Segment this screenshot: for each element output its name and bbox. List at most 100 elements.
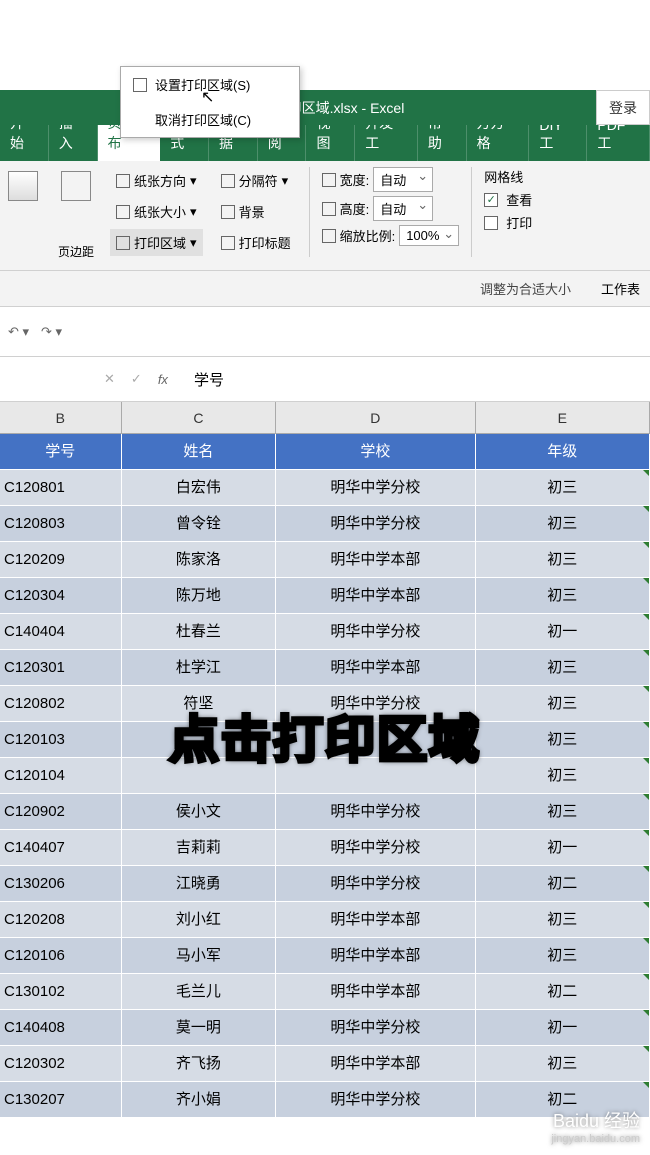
cell-grade[interactable]: 初一 xyxy=(476,1010,650,1046)
print-titles-button[interactable]: 打印标题 xyxy=(215,229,297,256)
cell-school[interactable]: 明华中学本部 xyxy=(276,902,475,938)
cell-name[interactable]: 吉莉莉 xyxy=(122,830,277,866)
cell-name[interactable]: 齐小娟 xyxy=(122,1082,277,1118)
enter-icon[interactable]: ✓ xyxy=(131,371,142,387)
cell-school[interactable]: 明华中学本部 xyxy=(276,1046,475,1082)
cell-name[interactable]: 马小军 xyxy=(122,938,277,974)
table-row[interactable]: C120902侯小文明华中学分校初三 xyxy=(0,794,650,830)
table-row[interactable]: C130102毛兰儿明华中学本部初二 xyxy=(0,974,650,1010)
cell-name[interactable]: 莫一明 xyxy=(122,1010,277,1046)
cell-id[interactable]: C120208 xyxy=(0,902,122,938)
cell-grade[interactable]: 初三 xyxy=(476,758,650,794)
cell-grade[interactable]: 初三 xyxy=(476,506,650,542)
cell-grade[interactable]: 初三 xyxy=(476,650,650,686)
scale-select[interactable]: 100% xyxy=(399,225,459,246)
undo-icon[interactable]: ↶ ▾ xyxy=(8,324,29,340)
header-cell[interactable]: 姓名 xyxy=(122,434,277,470)
cell-name[interactable]: 陈家洛 xyxy=(122,542,277,578)
background-button[interactable]: 背景 xyxy=(215,198,297,225)
column-header[interactable]: C xyxy=(122,402,277,433)
cell-school[interactable]: 明华中学本部 xyxy=(276,542,475,578)
cell-name[interactable]: 侯小文 xyxy=(122,794,277,830)
table-row[interactable]: C120208刘小红明华中学本部初三 xyxy=(0,902,650,938)
redo-icon[interactable]: ↷ ▾ xyxy=(41,324,62,340)
cell-name[interactable]: 齐飞扬 xyxy=(122,1046,277,1082)
margins-group[interactable]: 页边距 xyxy=(54,167,98,264)
cell-id[interactable]: C140407 xyxy=(0,830,122,866)
cell-id[interactable]: C120803 xyxy=(0,506,122,542)
login-button[interactable]: 登录 xyxy=(596,90,650,125)
cell-grade[interactable]: 初三 xyxy=(476,470,650,506)
cell-school[interactable]: 明华中学分校 xyxy=(276,1082,475,1118)
cell-id[interactable]: C130207 xyxy=(0,1082,122,1118)
cell-name[interactable]: 江晓勇 xyxy=(122,866,277,902)
cell-school[interactable]: 明华中学分校 xyxy=(276,470,475,506)
cancel-icon[interactable]: ✕ xyxy=(104,371,115,387)
cell-school[interactable]: 明华中学本部 xyxy=(276,578,475,614)
cell-school[interactable]: 明华中学分校 xyxy=(276,866,475,902)
cell-grade[interactable]: 初三 xyxy=(476,902,650,938)
height-select[interactable]: 自动 xyxy=(373,196,433,221)
header-cell[interactable]: 学校 xyxy=(276,434,475,470)
cell-grade[interactable]: 初三 xyxy=(476,542,650,578)
cell-name[interactable]: 毛兰儿 xyxy=(122,974,277,1010)
cell-grade[interactable]: 初一 xyxy=(476,614,650,650)
cell-name[interactable]: 杜学江 xyxy=(122,650,277,686)
cell-name[interactable]: 刘小红 xyxy=(122,902,277,938)
header-cell[interactable]: 学号 xyxy=(0,434,122,470)
cell-school[interactable]: 明华中学分校 xyxy=(276,614,475,650)
cell-id[interactable]: C120902 xyxy=(0,794,122,830)
cell-id[interactable]: C120301 xyxy=(0,650,122,686)
column-header[interactable]: E xyxy=(476,402,650,433)
cell-id[interactable]: C120802 xyxy=(0,686,122,722)
table-row[interactable]: C120106马小军明华中学本部初三 xyxy=(0,938,650,974)
cell-school[interactable]: 明华中学本部 xyxy=(276,650,475,686)
cell-grade[interactable]: 初三 xyxy=(476,938,650,974)
formula-value[interactable]: 学号 xyxy=(184,369,224,390)
table-row[interactable]: C140408莫一明明华中学分校初一 xyxy=(0,1010,650,1046)
size-button[interactable]: 纸张大小 ▾ xyxy=(110,198,203,225)
cell-grade[interactable]: 初三 xyxy=(476,686,650,722)
cell-name[interactable]: 曾令铨 xyxy=(122,506,277,542)
table-row[interactable]: C120301杜学江明华中学本部初三 xyxy=(0,650,650,686)
cell-name[interactable]: 白宏伟 xyxy=(122,470,277,506)
cell-id[interactable]: C120801 xyxy=(0,470,122,506)
cell-id[interactable]: C120304 xyxy=(0,578,122,614)
table-row[interactable]: C130206江晓勇明华中学分校初二 xyxy=(0,866,650,902)
view-checkbox-row[interactable]: ✓查看 xyxy=(484,190,532,209)
column-header[interactable]: D xyxy=(276,402,475,433)
cell-id[interactable]: C120209 xyxy=(0,542,122,578)
set-print-area-item[interactable]: 设置打印区域(S) ↖ xyxy=(121,67,299,102)
table-row[interactable]: C120302齐飞扬明华中学本部初三 xyxy=(0,1046,650,1082)
cell-grade[interactable]: 初一 xyxy=(476,830,650,866)
cell-school[interactable]: 明华中学分校 xyxy=(276,830,475,866)
column-header[interactable]: B xyxy=(0,402,122,433)
cell-school[interactable]: 明华中学分校 xyxy=(276,1010,475,1046)
table-row[interactable]: C120209陈家洛明华中学本部初三 xyxy=(0,542,650,578)
orientation-button[interactable]: 纸张方向 ▾ xyxy=(110,167,203,194)
cell-name[interactable]: 杜春兰 xyxy=(122,614,277,650)
fx-icon[interactable]: fx xyxy=(158,372,168,387)
cell-grade[interactable]: 初三 xyxy=(476,794,650,830)
cell-id[interactable]: C130102 xyxy=(0,974,122,1010)
table-row[interactable]: C140407吉莉莉明华中学分校初一 xyxy=(0,830,650,866)
cell-name[interactable]: 陈万地 xyxy=(122,578,277,614)
cell-grade[interactable]: 初三 xyxy=(476,578,650,614)
cell-grade[interactable]: 初三 xyxy=(476,722,650,758)
cell-grade[interactable]: 初二 xyxy=(476,866,650,902)
table-row[interactable]: C140404杜春兰明华中学分校初一 xyxy=(0,614,650,650)
cell-id[interactable]: C120302 xyxy=(0,1046,122,1082)
clear-print-area-item[interactable]: 取消打印区域(C) xyxy=(121,102,299,137)
print-area-button[interactable]: 打印区域 ▾ xyxy=(110,229,203,256)
cell-school[interactable]: 明华中学分校 xyxy=(276,506,475,542)
cell-id[interactable]: C120103 xyxy=(0,722,122,758)
cell-grade[interactable]: 初二 xyxy=(476,974,650,1010)
cell-id[interactable]: C130206 xyxy=(0,866,122,902)
cell-grade[interactable]: 初三 xyxy=(476,1046,650,1082)
header-cell[interactable]: 年级 xyxy=(476,434,650,470)
width-select[interactable]: 自动 xyxy=(373,167,433,192)
print-checkbox-row[interactable]: 打印 xyxy=(484,213,532,232)
cell-id[interactable]: C120104 xyxy=(0,758,122,794)
cell-school[interactable]: 明华中学分校 xyxy=(276,794,475,830)
table-row[interactable]: C120304陈万地明华中学本部初三 xyxy=(0,578,650,614)
